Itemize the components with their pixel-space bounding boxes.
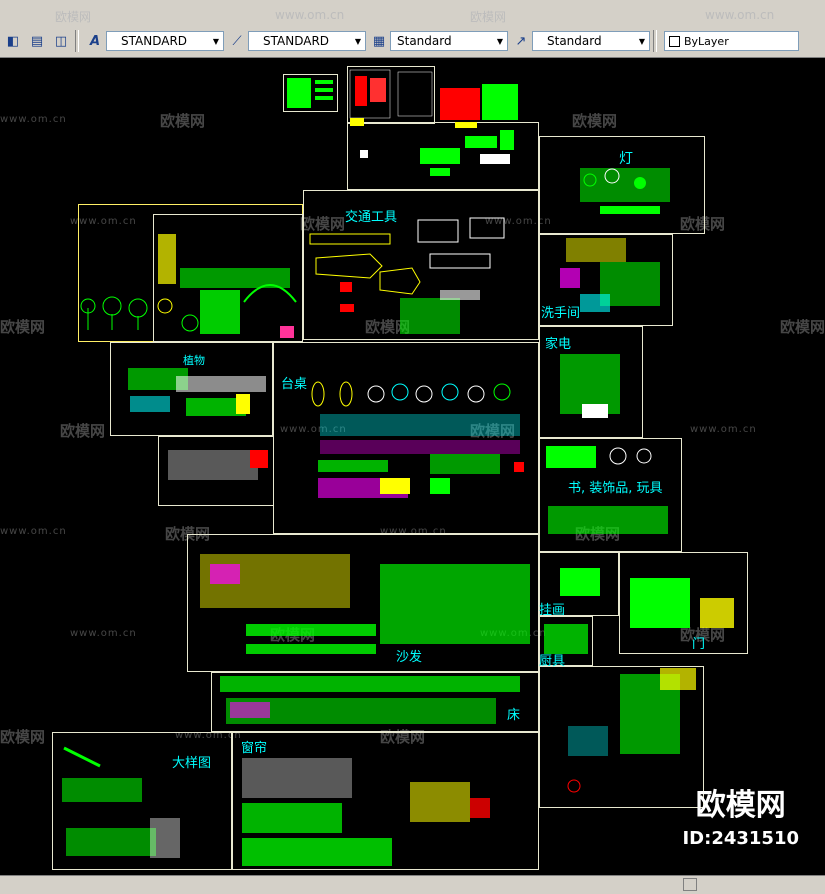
brand-watermark: 欧模网 ID:2431510 — [682, 780, 799, 849]
brand-id: ID:2431510 — [682, 828, 799, 849]
color-select[interactable]: ByLayer — [664, 31, 799, 51]
multileader-style-icon[interactable]: ↗ — [510, 30, 532, 52]
dim-style-select[interactable]: STANDARD ▼ — [248, 31, 366, 51]
kitchen-label: 厨具 — [539, 654, 566, 669]
watermark-logo: 欧模网 — [470, 10, 507, 24]
toolbar: 欧模网 www.om.cn 欧模网 www.om.cn ◧ ▤ ◫ A STAN… — [0, 0, 825, 58]
lamps-label: 灯 — [619, 151, 633, 167]
horizontal-scrollbar[interactable] — [0, 875, 825, 894]
layer-isolate-icon[interactable]: ◫ — [50, 30, 72, 52]
scrollbar-thumb[interactable] — [683, 878, 697, 891]
table-style-value: Standard — [397, 34, 452, 48]
layer-states-icon[interactable]: ▤ — [26, 30, 48, 52]
color-value: ByLayer — [684, 34, 729, 48]
tables-label: 台桌 — [281, 377, 308, 392]
toolbar-separator — [75, 30, 79, 52]
vehicles-label: 交通工具 — [345, 210, 398, 225]
layer-previous-icon[interactable]: ◧ — [2, 30, 24, 52]
chevron-down-icon[interactable]: ▼ — [635, 37, 649, 46]
text-style-select[interactable]: STANDARD ▼ — [106, 31, 224, 51]
table-style-select[interactable]: Standard ▼ — [390, 31, 508, 51]
door-label: 门 — [692, 637, 706, 652]
dim-style-icon[interactable]: ⟋ — [226, 30, 248, 52]
chevron-down-icon[interactable]: ▼ — [493, 37, 507, 46]
drawing-canvas[interactable]: 欧模网 欧模网 www.om.cn 欧模网 欧模网 www.om.cn www.… — [0, 58, 825, 875]
sofa-label: 沙发 — [396, 650, 423, 665]
brand-name: 欧模网 — [695, 788, 786, 823]
color-swatch — [669, 35, 680, 47]
hanging-label: 挂画 — [539, 603, 566, 618]
bed-label: 床 — [507, 708, 521, 723]
table-style-icon[interactable]: ▦ — [368, 30, 390, 52]
text-style-value: STANDARD — [121, 34, 188, 48]
multileader-style-select[interactable]: Standard ▼ — [532, 31, 650, 51]
plants-label: 植物 — [183, 354, 205, 367]
dim-style-value: STANDARD — [263, 34, 330, 48]
curtains-label: 窗帘 — [241, 741, 268, 756]
styles-toolbar: ◧ ▤ ◫ A STANDARD ▼ ⟋ STANDARD ▼ ▦ Standa… — [0, 27, 825, 55]
details-label: 大样图 — [172, 756, 212, 771]
cad-drawings — [62, 69, 734, 866]
watermark-url: www.om.cn — [275, 8, 345, 22]
multileader-style-value: Standard — [547, 34, 602, 48]
books-label: 书, 装饰品, 玩具 — [568, 481, 663, 496]
watermark-logo: 欧模网 — [55, 10, 92, 24]
text-style-icon[interactable]: A — [84, 30, 106, 52]
appliances-label: 家电 — [545, 337, 572, 352]
chevron-down-icon[interactable]: ▼ — [209, 37, 223, 46]
bathroom-label: 洗手间 — [541, 306, 581, 321]
toolbar-separator — [653, 30, 657, 52]
watermark-url: www.om.cn — [705, 8, 775, 22]
chevron-down-icon[interactable]: ▼ — [351, 37, 365, 46]
